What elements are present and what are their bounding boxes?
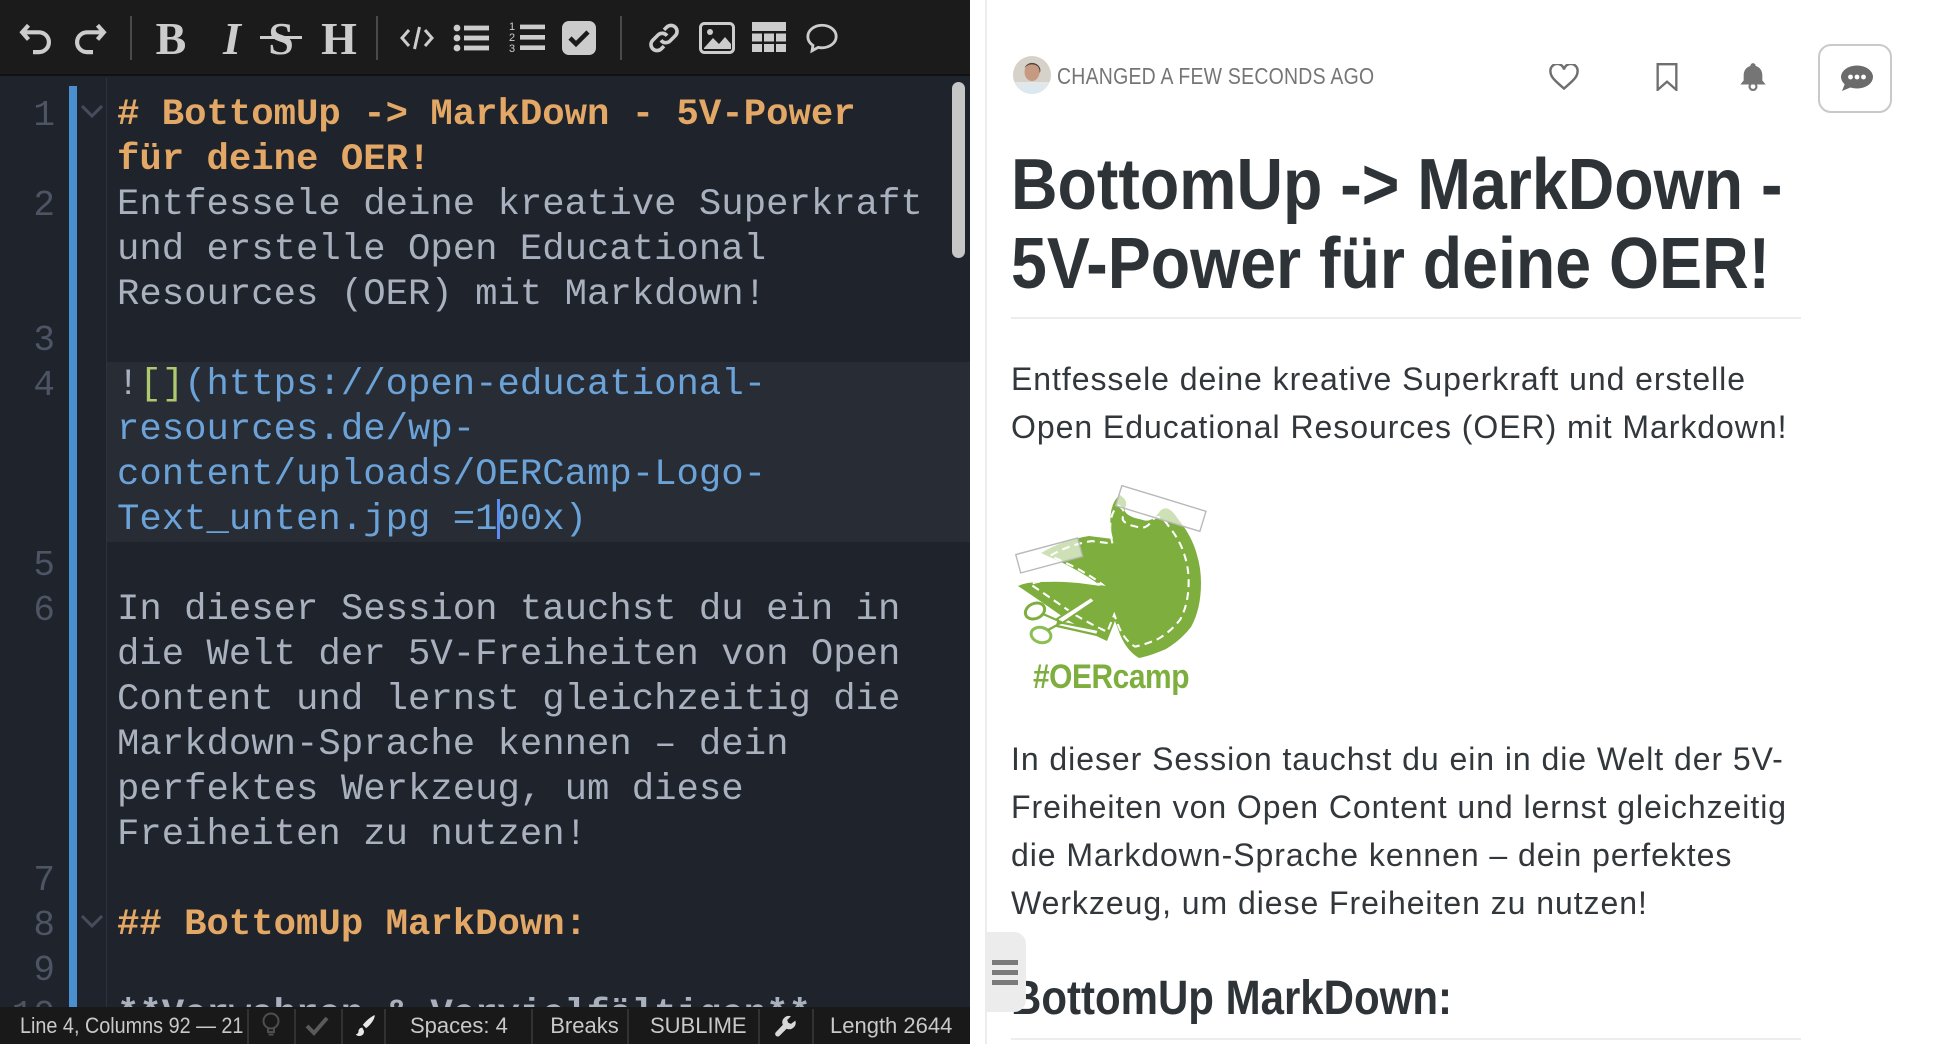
svg-text:3: 3 <box>509 43 515 55</box>
